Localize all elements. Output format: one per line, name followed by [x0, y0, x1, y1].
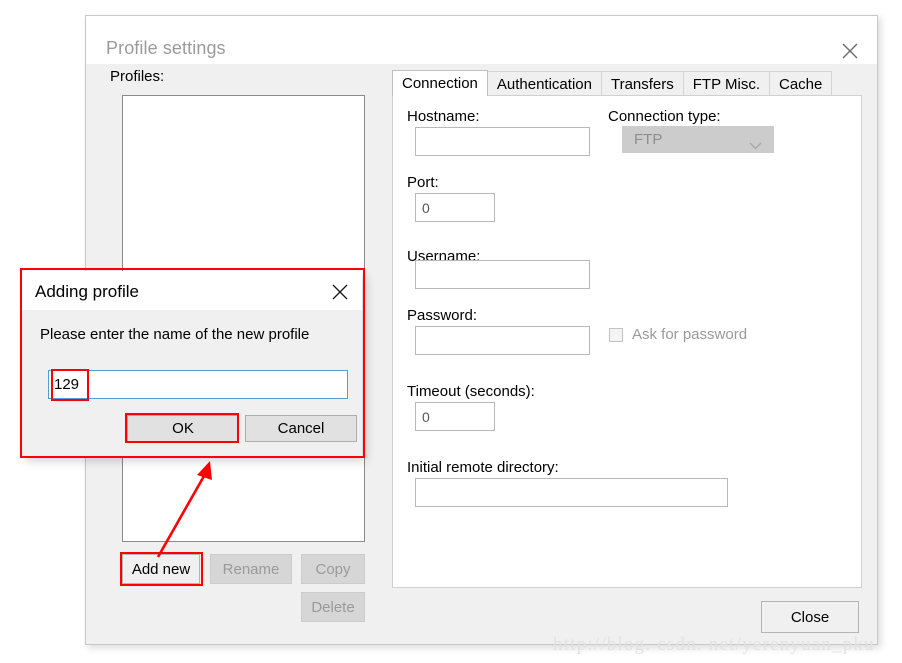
tab-ftp-misc[interactable]: FTP Misc. — [682, 71, 770, 96]
page-title: Profile settings — [106, 38, 226, 58]
close-icon[interactable] — [837, 38, 863, 64]
modal-title: Adding profile — [35, 282, 139, 301]
password-label: Password: — [407, 307, 478, 324]
rename-button: Rename — [210, 554, 292, 584]
window-titlebar: Profile settings — [86, 16, 877, 64]
tab-transfers[interactable]: Transfers — [600, 71, 684, 96]
close-button[interactable]: Close — [761, 601, 859, 633]
password-input[interactable] — [415, 326, 590, 355]
adding-profile-dialog: Adding profile Please enter the name of … — [22, 271, 362, 456]
profiles-label: Profiles: — [110, 68, 165, 85]
tab-cache[interactable]: Cache — [769, 71, 833, 96]
hostname-input[interactable] — [415, 127, 590, 156]
initial-remote-directory-input[interactable] — [415, 478, 728, 507]
timeout-input[interactable] — [415, 402, 495, 431]
port-input[interactable] — [415, 193, 495, 222]
modal-titlebar: Adding profile — [22, 271, 362, 310]
chevron-down-icon — [749, 137, 762, 154]
screenshot-root: Profile settings Profiles: Add new Renam… — [0, 0, 902, 663]
initial-remote-directory-label: Initial remote directory: — [407, 459, 559, 476]
hostname-label: Hostname: — [407, 108, 480, 125]
watermark: http://blog. csdn. net/yerenyuan_pku — [553, 634, 875, 655]
close-icon[interactable] — [329, 281, 351, 303]
tab-strip: Connection Authentication Transfers FTP … — [392, 70, 833, 96]
connection-type-value: FTP — [634, 131, 663, 148]
connection-type-label: Connection type: — [608, 108, 721, 125]
connection-type-select: FTP — [622, 126, 774, 153]
checkbox-icon — [609, 327, 623, 342]
tab-authentication[interactable]: Authentication — [486, 71, 602, 96]
port-label: Port: — [407, 174, 439, 191]
ok-button[interactable]: OK — [127, 415, 239, 442]
add-new-button[interactable]: Add new — [122, 554, 200, 584]
ask-for-password-checkbox: Ask for password — [609, 326, 747, 343]
delete-button: Delete — [301, 592, 365, 622]
profile-name-input[interactable] — [48, 370, 348, 399]
cancel-button[interactable]: Cancel — [245, 415, 357, 442]
ask-for-password-label: Ask for password — [632, 326, 748, 343]
timeout-label: Timeout (seconds): — [407, 383, 535, 400]
modal-prompt: Please enter the name of the new profile — [40, 326, 310, 343]
copy-button: Copy — [301, 554, 365, 584]
tab-connection[interactable]: Connection — [392, 70, 488, 96]
username-input[interactable] — [415, 260, 590, 289]
